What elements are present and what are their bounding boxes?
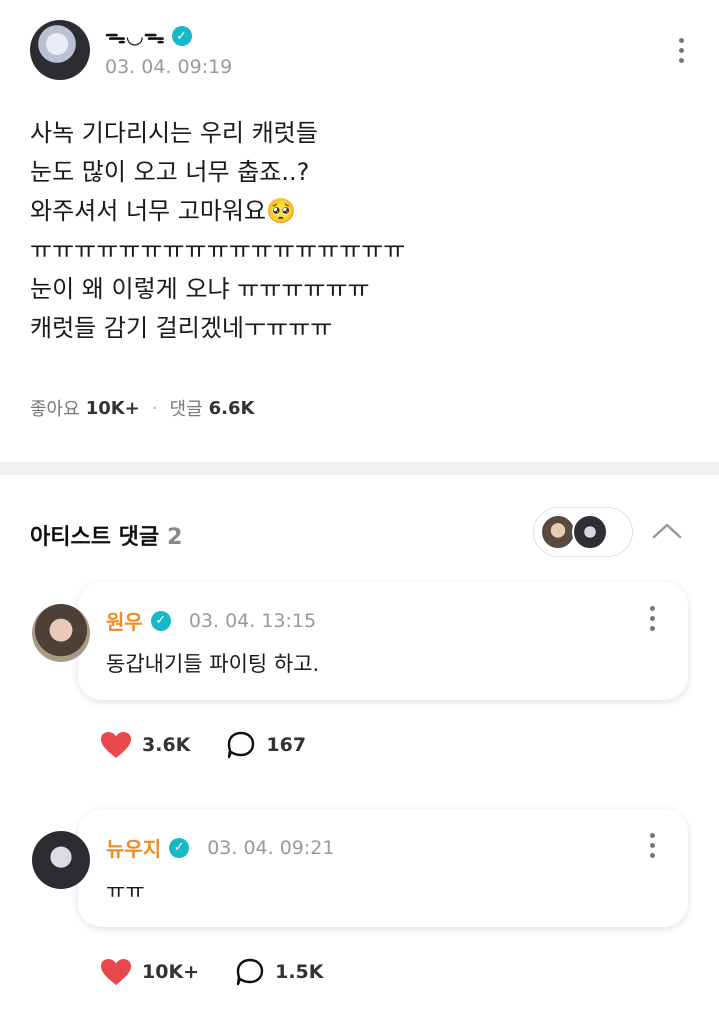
likes-count: 10K+ <box>85 397 140 419</box>
comment-header: 뉴우지 ✓ 03. 04. 09:21 <box>106 833 334 862</box>
heart-icon <box>101 732 131 758</box>
artist-comments-header: 아티스트 댓글 2 <box>30 519 182 551</box>
comment-timestamp: 03. 04. 09:21 <box>207 836 335 859</box>
artist-comments-title: 아티스트 댓글 <box>30 525 160 550</box>
artist-thumb-avatar <box>540 514 576 550</box>
comment-more-options-icon[interactable] <box>642 825 662 865</box>
comments-count: 6.6K <box>208 397 255 419</box>
post-body-line: 눈도 많이 오고 너무 춥죠..? <box>30 158 310 186</box>
reply-count: 1.5K <box>275 961 324 983</box>
artist-thumb-avatar <box>572 514 608 550</box>
author-row: ᯓ◡ᯓ ✓ <box>105 22 192 50</box>
chevron-up-icon[interactable] <box>650 517 684 545</box>
author-name[interactable]: ᯓ◡ᯓ <box>105 22 166 50</box>
comment-header: 원우 ✓ 03. 04. 13:15 <box>106 606 316 635</box>
post-timestamp: 03. 04. 09:19 <box>105 56 233 78</box>
comment-bubble[interactable]: 원우 ✓ 03. 04. 13:15 동갑내기들 파이팅 하고. <box>78 582 688 700</box>
comment-text: 동갑내기들 파이팅 하고. <box>106 652 320 676</box>
stats-separator: · <box>151 397 158 419</box>
comment-actions: 3.6K 167 <box>100 730 342 760</box>
verified-badge-icon: ✓ <box>169 837 190 858</box>
post-body: 사녹 기다리시는 우리 캐럿들 눈도 많이 오고 너무 춥죠..? 와주셔서 너… <box>30 114 670 348</box>
comment-more-options-icon[interactable] <box>642 598 662 638</box>
artist-comments-count: 2 <box>167 525 183 550</box>
artist-avatars-group[interactable] <box>533 507 633 557</box>
reply-button[interactable]: 167 <box>226 730 306 760</box>
post-stats: 좋아요 10K+ · 댓글 6.6K <box>30 395 254 421</box>
comments-label: 댓글 <box>169 399 203 420</box>
comment-author-avatar[interactable] <box>32 604 90 662</box>
reply-count: 167 <box>266 734 307 756</box>
verified-badge-icon: ✓ <box>150 610 171 631</box>
speech-bubble-icon <box>236 958 264 986</box>
post-body-line: ㅠㅠㅠㅠㅠㅠㅠㅠㅠㅠㅠㅠㅠㅠㅠㅠㅠ <box>30 236 406 264</box>
heart-icon <box>101 959 131 985</box>
section-divider <box>0 462 719 475</box>
speech-bubble-icon <box>228 731 255 759</box>
like-button[interactable]: 3.6K <box>100 731 190 759</box>
comment-text: ㅠㅠ <box>106 879 145 903</box>
comment-timestamp: 03. 04. 13:15 <box>188 609 317 632</box>
post-body-line: 캐럿들 감기 걸리겠네ㅜㅠㅠㅠ <box>30 314 333 342</box>
verified-badge-icon: ✓ <box>171 26 192 46</box>
post-more-options-icon[interactable] <box>671 30 691 70</box>
post-body-line: 눈이 왜 이렇게 오냐 ㅠㅠㅠㅠㅠㅠ <box>30 275 370 303</box>
post-body-line: 와주셔서 너무 고마워요🥺 <box>30 197 296 225</box>
reply-button[interactable]: 1.5K <box>235 957 323 987</box>
like-button[interactable]: 10K+ <box>100 958 199 986</box>
comment-author-name[interactable]: 원우 <box>106 606 143 635</box>
comment-bubble[interactable]: 뉴우지 ✓ 03. 04. 09:21 ㅠㅠ <box>78 809 688 927</box>
author-avatar[interactable] <box>30 20 90 80</box>
comment-actions: 10K+ 1.5K <box>100 957 359 987</box>
comment-author-name[interactable]: 뉴우지 <box>106 833 161 862</box>
likes-label: 좋아요 <box>30 399 80 420</box>
like-count: 10K+ <box>142 961 200 983</box>
post-body-line: 사녹 기다리시는 우리 캐럿들 <box>30 119 318 147</box>
like-count: 3.6K <box>142 734 191 756</box>
comment-author-avatar[interactable] <box>32 831 90 889</box>
post-card: ᯓ◡ᯓ ✓ 03. 04. 09:19 사녹 기다리시는 우리 캐럿들 눈도 많… <box>0 0 719 462</box>
